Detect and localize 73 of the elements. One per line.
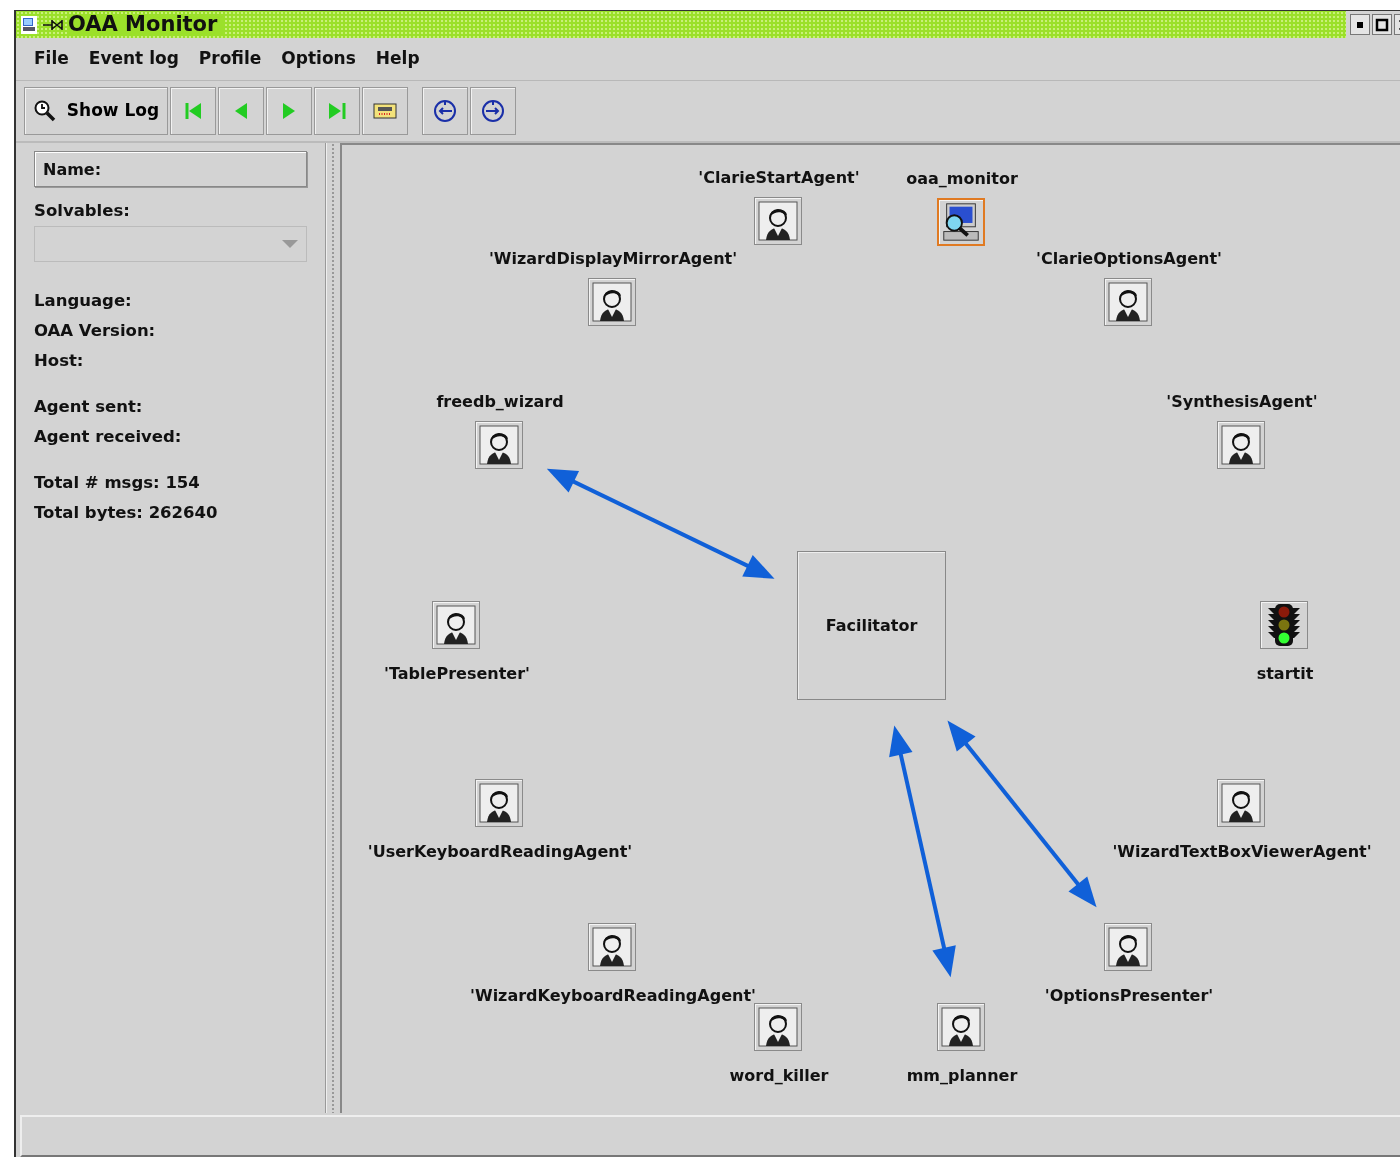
agent-label: word_killer xyxy=(729,1068,829,1084)
field-label: Host: xyxy=(34,350,85,372)
agent-node[interactable] xyxy=(588,923,636,971)
person-icon xyxy=(758,1007,798,1047)
person-icon xyxy=(479,425,519,465)
rotate-right-button[interactable] xyxy=(470,87,516,135)
field-label: Language: xyxy=(34,290,133,312)
person-icon xyxy=(1108,282,1148,322)
agent-node[interactable] xyxy=(475,421,523,469)
agent-label: 'ClarieStartAgent' xyxy=(698,170,860,186)
agent-label: oaa_monitor xyxy=(906,171,1018,187)
agent-node[interactable] xyxy=(937,198,985,246)
pin-icon[interactable] xyxy=(42,17,64,32)
agent-label: 'TablePresenter' xyxy=(384,666,530,682)
field-label: Agent sent: xyxy=(34,396,144,418)
next-button[interactable] xyxy=(266,87,312,135)
agent-label: startit xyxy=(1256,666,1314,682)
agent-node[interactable] xyxy=(432,601,480,649)
agent-node[interactable] xyxy=(754,197,802,245)
person-icon xyxy=(941,1007,981,1047)
tape-button[interactable] xyxy=(362,87,408,135)
agent-label: 'SynthesisAgent' xyxy=(1166,394,1318,410)
person-icon xyxy=(592,282,632,322)
menu-item[interactable]: Event log xyxy=(78,46,189,72)
skip-first-button[interactable] xyxy=(170,87,216,135)
stat-text: Total # msgs: 154 xyxy=(34,472,201,494)
field-label: OAA Version: xyxy=(34,320,157,342)
person-icon xyxy=(1221,783,1261,823)
agent-label: mm_planner xyxy=(906,1068,1018,1084)
name-field: Name: xyxy=(34,151,307,187)
agent-node[interactable] xyxy=(588,278,636,326)
menu-item[interactable]: Help xyxy=(365,46,430,72)
agent-label: 'WizardDisplayMirrorAgent' xyxy=(488,251,738,267)
person-icon xyxy=(1221,425,1261,465)
menu-item[interactable]: Profile xyxy=(188,46,272,72)
person-icon xyxy=(479,783,519,823)
rotate-left-button[interactable] xyxy=(422,87,468,135)
show-log-button[interactable]: Show Log xyxy=(24,87,168,135)
agent-node[interactable] xyxy=(1104,278,1152,326)
person-icon xyxy=(1108,927,1148,967)
agent-label: 'ClarieOptionsAgent' xyxy=(1036,251,1222,267)
menu-item[interactable]: Options xyxy=(271,46,366,72)
person-icon xyxy=(758,201,798,241)
app-icon xyxy=(20,14,38,35)
facilitator-node[interactable]: Facilitator xyxy=(797,551,946,700)
agent-label: 'UserKeyboardReadingAgent' xyxy=(367,844,633,860)
agent-node[interactable] xyxy=(1260,601,1308,649)
dropdown-arrow-icon xyxy=(282,240,298,248)
person-icon xyxy=(436,605,476,645)
person-icon xyxy=(592,927,632,967)
maximize-icon xyxy=(1375,17,1389,32)
rotate-right-icon xyxy=(481,99,505,123)
menu-item[interactable]: File xyxy=(24,46,79,72)
agent-node[interactable] xyxy=(1104,923,1152,971)
agent-node[interactable] xyxy=(937,1003,985,1051)
field-label: Solvables: xyxy=(34,200,131,222)
rotate-left-icon xyxy=(433,99,457,123)
agent-label: 'OptionsPresenter' xyxy=(1044,988,1214,1004)
field-label: Agent received: xyxy=(34,426,183,448)
agent-label: 'WizardKeyboardReadingAgent' xyxy=(470,988,756,1004)
agent-node[interactable] xyxy=(754,1003,802,1051)
maximize-button[interactable] xyxy=(1372,14,1392,35)
magnifier-clock-icon xyxy=(32,99,57,123)
agent-node[interactable] xyxy=(1217,779,1265,827)
minimize-button[interactable] xyxy=(1350,14,1370,35)
minimize-icon xyxy=(1356,20,1364,29)
previous-button[interactable] xyxy=(218,87,264,135)
window-title: OAA Monitor xyxy=(68,14,224,35)
agent-label: 'WizardTextBoxViewerAgent' xyxy=(1112,844,1372,860)
stat-text: Total bytes: 262640 xyxy=(34,502,219,524)
agent-label: freedb_wizard xyxy=(436,394,564,410)
agent-node[interactable] xyxy=(475,779,523,827)
agent-node[interactable] xyxy=(1217,421,1265,469)
